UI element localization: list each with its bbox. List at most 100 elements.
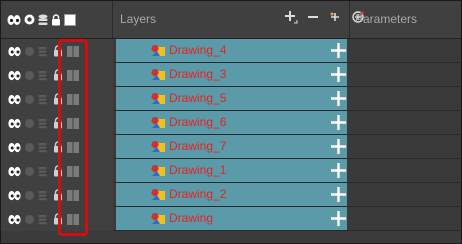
solo-toggle-icon[interactable]	[25, 190, 34, 200]
add-sublayer-icon[interactable]	[329, 65, 348, 84]
layer-name-cell[interactable]: Drawing_5	[116, 87, 347, 110]
layer-color-swatch-icon[interactable]	[67, 117, 79, 129]
drawing-layer-icon	[151, 141, 165, 152]
visibility-eye-icon[interactable]	[8, 46, 21, 57]
drawing-layer-icon	[151, 45, 165, 56]
lock-icon[interactable]	[53, 93, 63, 105]
add-sublayer-icon[interactable]	[329, 113, 348, 132]
layer-name: Drawing_3	[169, 67, 227, 81]
solo-toggle-icon[interactable]	[25, 118, 34, 128]
add-sublayer-icon[interactable]	[329, 41, 348, 60]
layer-color-swatch-icon[interactable]	[67, 141, 79, 153]
layer-stack-icon[interactable]	[38, 70, 47, 81]
layer-name: Drawing_5	[169, 91, 227, 105]
layer-name: Drawing_4	[169, 43, 227, 57]
layer-row[interactable]: Drawing_2	[1, 183, 461, 207]
visibility-eye-icon[interactable]	[8, 214, 21, 225]
lock-icon[interactable]	[53, 141, 63, 153]
layer-name: Drawing_6	[169, 115, 227, 129]
solo-toggle-icon[interactable]	[25, 142, 34, 152]
layer-controls	[1, 159, 113, 183]
add-layer-icon[interactable]	[284, 10, 298, 24]
layer-controls	[1, 135, 113, 159]
layer-controls	[1, 39, 113, 63]
layer-name-cell[interactable]: Drawing_1	[116, 159, 347, 182]
add-sublayer-icon[interactable]	[329, 161, 348, 180]
layer-name-cell[interactable]: Drawing_4	[116, 39, 347, 62]
drawing-layer-icon	[151, 165, 165, 176]
layer-color-swatch-icon[interactable]	[67, 93, 79, 105]
layer-name-cell[interactable]: Drawing_3	[116, 63, 347, 86]
layer-row[interactable]: Drawing_4	[1, 39, 461, 63]
layer-controls	[1, 207, 113, 231]
layer-row[interactable]: Drawing_7	[1, 135, 461, 159]
layer-stack-icon[interactable]	[38, 142, 47, 153]
solo-toggle-icon[interactable]	[25, 94, 34, 104]
layer-row[interactable]: Drawing_3	[1, 63, 461, 87]
layer-color-swatch-icon[interactable]	[67, 45, 79, 57]
lock-icon[interactable]	[53, 117, 63, 129]
layer-stack-icon[interactable]	[38, 94, 47, 105]
lock-icon[interactable]	[53, 213, 63, 225]
layer-name: Drawing_2	[169, 187, 227, 201]
layer-row[interactable]: Drawing	[1, 207, 461, 231]
header-toggles	[1, 1, 111, 38]
layer-stack-icon[interactable]	[38, 190, 47, 201]
lock-all-icon[interactable]	[51, 13, 61, 26]
add-sublayer-icon[interactable]	[329, 209, 348, 228]
layer-name: Drawing	[169, 211, 214, 225]
visibility-eye-icon[interactable]	[8, 118, 21, 129]
visibility-eye-icon[interactable]	[8, 142, 21, 153]
layer-parameters-cell	[348, 87, 461, 110]
layer-toolbar	[284, 10, 365, 24]
drawing-layer-icon	[151, 189, 165, 200]
solo-all-icon[interactable]	[24, 14, 35, 25]
layer-stack-icon[interactable]	[38, 166, 47, 177]
layer-parameters-cell	[348, 207, 461, 230]
timeline-footer	[1, 233, 461, 242]
show-all-eye-icon[interactable]	[7, 14, 21, 26]
layer-color-swatch-icon[interactable]	[67, 189, 79, 201]
layer-parameters-cell	[348, 63, 461, 86]
color-swatch-icon[interactable]	[64, 13, 76, 26]
layer-name-cell[interactable]: Drawing_2	[116, 183, 347, 206]
solo-toggle-icon[interactable]	[25, 166, 34, 176]
layer-parameters-cell	[348, 111, 461, 134]
layer-row[interactable]: Drawing_5	[1, 87, 461, 111]
layer-parameters-cell	[348, 159, 461, 182]
layer-name-cell[interactable]: Drawing	[116, 207, 347, 230]
layer-row[interactable]: Drawing_1	[1, 159, 461, 183]
visibility-eye-icon[interactable]	[8, 70, 21, 81]
layer-stack-icon[interactable]	[38, 118, 47, 129]
layer-color-swatch-icon[interactable]	[67, 69, 79, 81]
layer-row[interactable]: Drawing_6	[1, 111, 461, 135]
timeline-header: Layers Parameters	[1, 1, 461, 39]
solo-toggle-icon[interactable]	[25, 70, 34, 80]
lock-icon[interactable]	[53, 165, 63, 177]
add-sublayer-icon[interactable]	[329, 185, 348, 204]
solo-toggle-icon[interactable]	[25, 214, 34, 224]
layer-name-cell[interactable]: Drawing_7	[116, 135, 347, 158]
layer-name: Drawing_1	[169, 163, 227, 177]
lock-icon[interactable]	[53, 189, 63, 201]
visibility-eye-icon[interactable]	[8, 166, 21, 177]
layer-stack-icon[interactable]	[38, 214, 47, 225]
layer-name: Drawing_7	[169, 139, 227, 153]
layer-color-swatch-icon[interactable]	[67, 213, 79, 225]
lock-icon[interactable]	[53, 69, 63, 81]
add-sublayer-icon[interactable]	[329, 137, 348, 156]
solo-toggle-icon[interactable]	[25, 46, 34, 56]
add-peg-icon[interactable]	[328, 10, 342, 24]
lock-icon[interactable]	[53, 45, 63, 57]
layer-parameters-cell	[348, 183, 461, 206]
visibility-eye-icon[interactable]	[8, 94, 21, 105]
layer-stack-icon[interactable]	[38, 46, 47, 57]
visibility-eye-icon[interactable]	[8, 190, 21, 201]
add-sublayer-icon[interactable]	[329, 89, 348, 108]
layer-stack-icon[interactable]	[38, 14, 48, 26]
drawing-layer-icon	[151, 93, 165, 104]
layer-name-cell[interactable]: Drawing_6	[116, 111, 347, 134]
remove-layer-icon[interactable]	[307, 10, 319, 24]
layer-color-swatch-icon[interactable]	[67, 165, 79, 177]
drawing-layer-icon	[151, 117, 165, 128]
